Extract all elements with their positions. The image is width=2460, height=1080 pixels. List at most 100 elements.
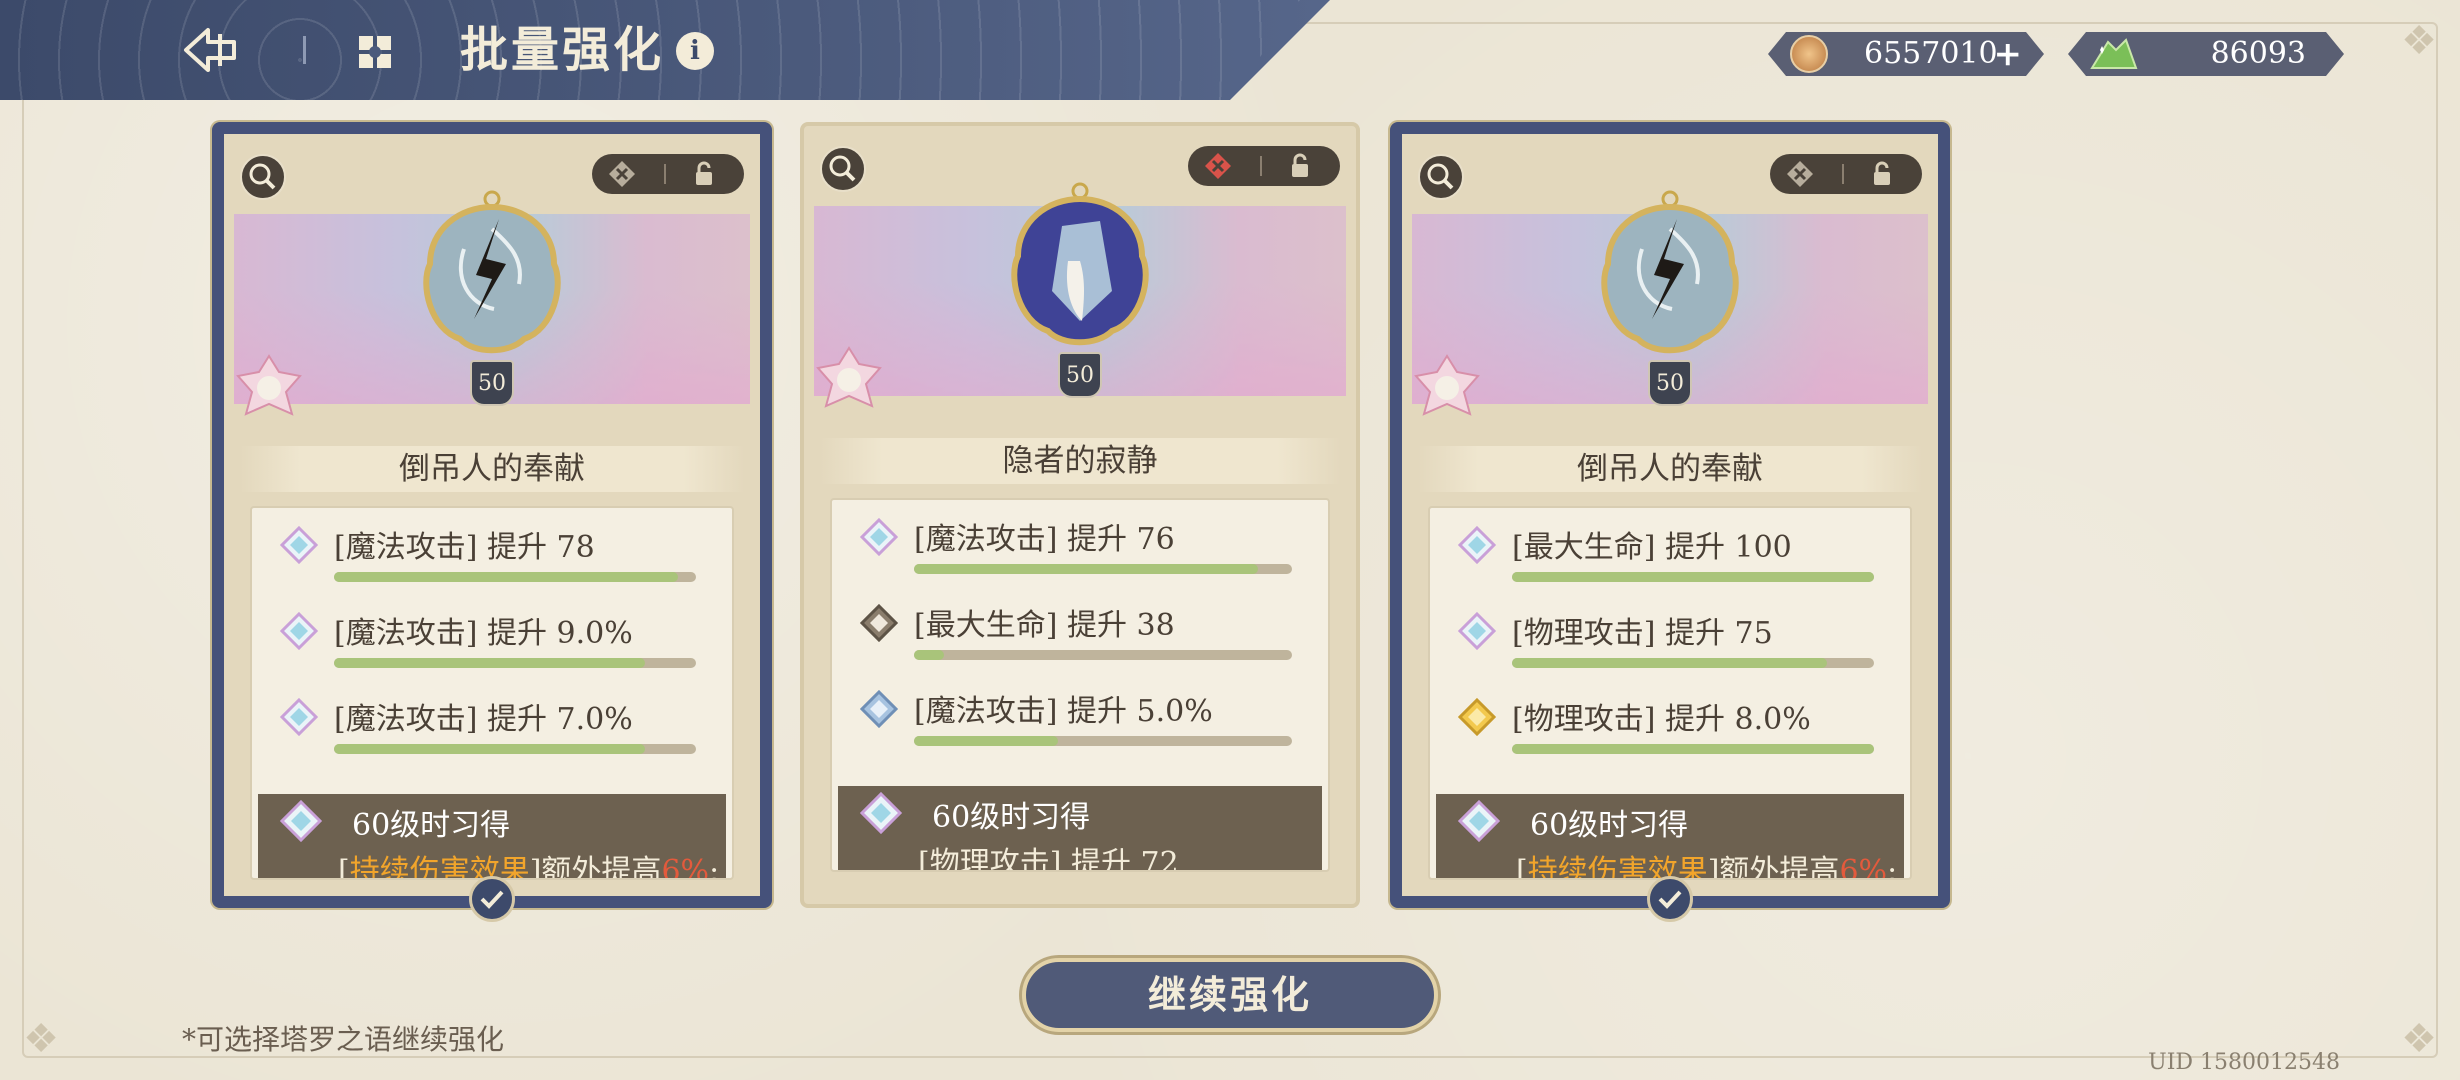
card-actions [1770,154,1922,194]
diamond-blue-icon [860,690,898,728]
back-arrow-icon [184,28,236,72]
stat-text: [魔法攻击] 提升 5.0% [914,694,1213,729]
stat-progress-fill [914,736,1058,746]
stat-text: [最大生命] 提升 100 [1512,530,1792,565]
bonus-title: 60级时习得 [352,808,511,843]
stat-progress [334,658,696,668]
stat-text: [魔法攻击] 提升 78 [334,530,595,565]
diamond-rainbow-icon [280,698,318,736]
hanged-man-tarot-icon [1601,190,1739,354]
stats-panel: [魔法攻击] 提升 78 [魔法攻击] 提升 9.0% [魔法攻击] 提升 7.… [250,506,734,880]
gem-currency: 86093 [2068,32,2344,76]
stat-row: [物理攻击] 提升 8.0% [1430,680,1910,766]
tarot-menu-icon[interactable] [355,32,395,72]
search-icon[interactable] [820,146,866,192]
stat-progress [914,736,1292,746]
hanged-man-tarot-icon [423,190,561,354]
stat-progress [1512,658,1874,668]
gold-currency: 6557010 + [1768,32,2044,76]
stat-row: [最大生命] 提升 38 [832,586,1328,672]
stat-row: [魔法攻击] 提升 78 [252,508,732,594]
info-icon[interactable]: i [676,32,714,70]
stat-progress [334,572,696,582]
stat-progress [1512,572,1874,582]
corner-ornament-icon: ❖ [23,1016,59,1062]
stat-progress-fill [334,744,646,754]
card-actions [1188,146,1340,186]
footnote: *可选择塔罗之语继续强化 [182,1023,505,1056]
green-crystal-icon [2082,36,2142,72]
card-name: 倒吊人的奉献 [240,446,744,492]
stat-row: [魔法攻击] 提升 7.0% [252,680,732,766]
stat-text: [魔法攻击] 提升 9.0% [334,616,633,651]
unlock-icon[interactable] [1868,160,1896,188]
continue-enhance-button[interactable]: 继续强化 [1022,958,1438,1032]
bonus-panel: 60级时习得 [物理攻击] 提升 72 [838,786,1322,870]
stat-text: [最大生命] 提升 38 [914,608,1175,643]
search-icon[interactable] [1418,154,1464,200]
header-divider [303,36,306,64]
stat-row: [魔法攻击] 提升 9.0% [252,594,732,680]
corner-ornament-icon: ❖ [2401,1016,2437,1062]
diamond-rainbow-icon [1458,612,1496,650]
add-gold-button[interactable]: + [1994,32,2023,76]
selected-check-icon[interactable] [1647,876,1693,922]
stats-panel: [最大生命] 提升 100 [物理攻击] 提升 75 [物理攻击] 提升 8.0… [1428,506,1912,880]
stat-progress [914,650,1292,660]
rarity-badge-icon [816,346,882,408]
bonus-title: 60级时习得 [932,800,1091,835]
bonus-panel: 60级时习得 [持续伤害效果]额外提高6%; [1436,794,1904,878]
diamond-rainbow-icon [280,612,318,650]
bonus-description: [持续伤害效果]额外提高6%; [338,854,720,880]
diamond-gold-icon [1458,698,1496,736]
discard-icon[interactable] [1202,150,1234,182]
stat-progress-fill [334,572,678,582]
gem-amount: 86093 [2210,36,2306,71]
diamond-brown-icon [860,604,898,642]
level-badge: 50 [470,360,514,406]
page-title: 批量强化 [460,22,665,78]
diamond-rainbow-icon [280,800,322,842]
uid-label: UID 1580012548 [2148,1050,2340,1075]
level-badge: 50 [1648,360,1692,406]
gold-amount: 6557010 [1864,36,1998,71]
stats-panel: [魔法攻击] 提升 76 [最大生命] 提升 38 [魔法攻击] 提升 5.0%… [830,498,1330,872]
stat-text: [物理攻击] 提升 8.0% [1512,702,1811,737]
stat-progress [914,564,1292,574]
stat-text: [魔法攻击] 提升 76 [914,522,1175,557]
rarity-badge-icon [1414,354,1480,416]
discard-icon[interactable] [606,158,638,190]
selected-check-icon[interactable] [469,876,515,922]
divider [664,164,666,184]
stat-text: [物理攻击] 提升 75 [1512,616,1773,651]
card-actions [592,154,744,194]
diamond-rainbow-icon [860,518,898,556]
stat-text: [魔法攻击] 提升 7.0% [334,702,633,737]
unlock-icon[interactable] [690,160,718,188]
diamond-rainbow-icon [860,792,902,834]
card-2[interactable]: 50 隐者的寂静 [魔法攻击] 提升 76 [最大生命] 提升 38 [魔法攻击… [800,122,1360,908]
stat-progress-fill [334,658,646,668]
stat-progress-fill [1512,572,1874,582]
search-icon[interactable] [240,154,286,200]
stat-progress-fill [1512,658,1827,668]
divider [1842,164,1844,184]
diamond-rainbow-icon [1458,526,1496,564]
corner-ornament-icon: ❖ [2401,18,2437,64]
unlock-icon[interactable] [1286,152,1314,180]
stat-row: [物理攻击] 提升 75 [1430,594,1910,680]
stat-row: [魔法攻击] 提升 5.0% [832,672,1328,758]
stat-progress [1512,744,1874,754]
back-button[interactable] [180,22,240,78]
level-badge: 50 [1058,352,1102,398]
card-3[interactable]: 50 倒吊人的奉献 [最大生命] 提升 100 [物理攻击] 提升 75 [物理… [1390,122,1950,922]
stat-progress [334,744,696,754]
stat-row: [魔法攻击] 提升 76 [832,500,1328,586]
diamond-rainbow-icon [1458,800,1500,842]
diamond-rainbow-icon [280,526,318,564]
stat-progress-fill [914,650,945,660]
card-1[interactable]: 50 倒吊人的奉献 [魔法攻击] 提升 78 [魔法攻击] 提升 9.0% [魔… [212,122,772,922]
discard-icon[interactable] [1784,158,1816,190]
stat-progress-fill [1512,744,1874,754]
card-name: 倒吊人的奉献 [1418,446,1922,492]
